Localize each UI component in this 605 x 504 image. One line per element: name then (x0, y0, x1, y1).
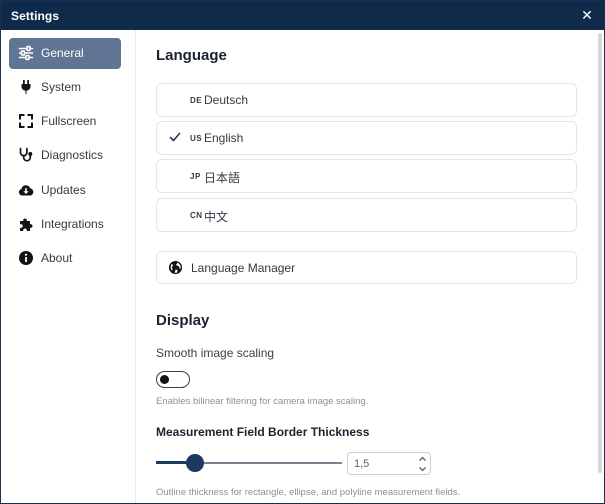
language-name: 中文 (204, 210, 229, 224)
smooth-scaling-label: Smooth image scaling (156, 346, 275, 360)
stethoscope-icon (19, 147, 33, 162)
sidebar-item-general[interactable]: General (9, 38, 121, 69)
sidebar-item-label: Updates (41, 183, 86, 197)
language-code: DE (190, 96, 203, 105)
display-heading: Display (156, 312, 210, 329)
settings-window: Settings ✕ General System Fullscreen Dia… (0, 0, 605, 504)
globe-icon (168, 260, 183, 275)
language-code: CN (190, 211, 203, 220)
title-bar: Settings ✕ (1, 1, 604, 30)
sidebar-item-label: Integrations (41, 217, 104, 231)
language-code: US (190, 134, 203, 143)
language-name: Deutsch (204, 93, 249, 107)
language-name: English (204, 131, 244, 145)
border-thickness-value[interactable] (354, 456, 414, 471)
border-thickness-hint: Outline thickness for rectangle, ellipse… (156, 487, 461, 498)
toggle-knob (160, 375, 169, 384)
sidebar-item-label: System (41, 80, 82, 94)
sidebar-item-label: Diagnostics (41, 148, 104, 162)
close-icon[interactable]: ✕ (578, 6, 596, 24)
fullscreen-icon (19, 114, 33, 128)
border-thickness-slider[interactable] (156, 453, 342, 473)
sidebar-item-updates[interactable]: Updates (9, 175, 121, 206)
language-option-japanese[interactable]: JP 日本語 (156, 159, 577, 193)
language-name: 日本語 (204, 171, 241, 185)
smooth-scaling-hint: Enables bilinear filtering for camera im… (156, 396, 369, 407)
sidebar-item-label: General (41, 46, 84, 60)
puzzle-icon (20, 218, 33, 231)
language-option-deutsch[interactable]: DE Deutsch (156, 83, 577, 117)
language-code: JP (190, 172, 201, 181)
border-thickness-input (347, 452, 431, 475)
smooth-scaling-toggle[interactable] (156, 371, 190, 388)
language-manager-button[interactable]: Language Manager (156, 251, 577, 284)
language-heading: Language (156, 47, 227, 64)
sidebar: General System Fullscreen Diagnostics Up… (1, 30, 136, 503)
sidebar-item-label: Fullscreen (41, 114, 97, 128)
sidebar-item-about[interactable]: About (9, 243, 121, 274)
sidebar-item-system[interactable]: System (9, 72, 121, 103)
info-icon (19, 251, 33, 265)
cloud-download-icon (18, 185, 34, 196)
decrement-icon[interactable] (417, 464, 428, 474)
language-option-english[interactable]: US English (156, 121, 577, 155)
window-title: Settings (11, 9, 60, 23)
content-scrollbar[interactable] (598, 33, 602, 473)
sidebar-item-integrations[interactable]: Integrations (9, 209, 121, 240)
sidebar-item-fullscreen[interactable]: Fullscreen (9, 106, 121, 137)
plug-icon (21, 80, 31, 94)
increment-icon[interactable] (417, 454, 428, 464)
language-manager-label: Language Manager (191, 261, 296, 275)
settings-content: Language DE Deutsch US English JP 日本語 CN… (137, 30, 604, 503)
language-option-chinese[interactable]: CN 中文 (156, 198, 577, 232)
check-icon (169, 132, 181, 142)
sidebar-item-diagnostics[interactable]: Diagnostics (9, 140, 121, 171)
slider-thumb[interactable] (186, 454, 204, 472)
sliders-icon (18, 45, 34, 61)
border-thickness-label: Measurement Field Border Thickness (156, 425, 370, 439)
sidebar-item-label: About (41, 251, 73, 265)
